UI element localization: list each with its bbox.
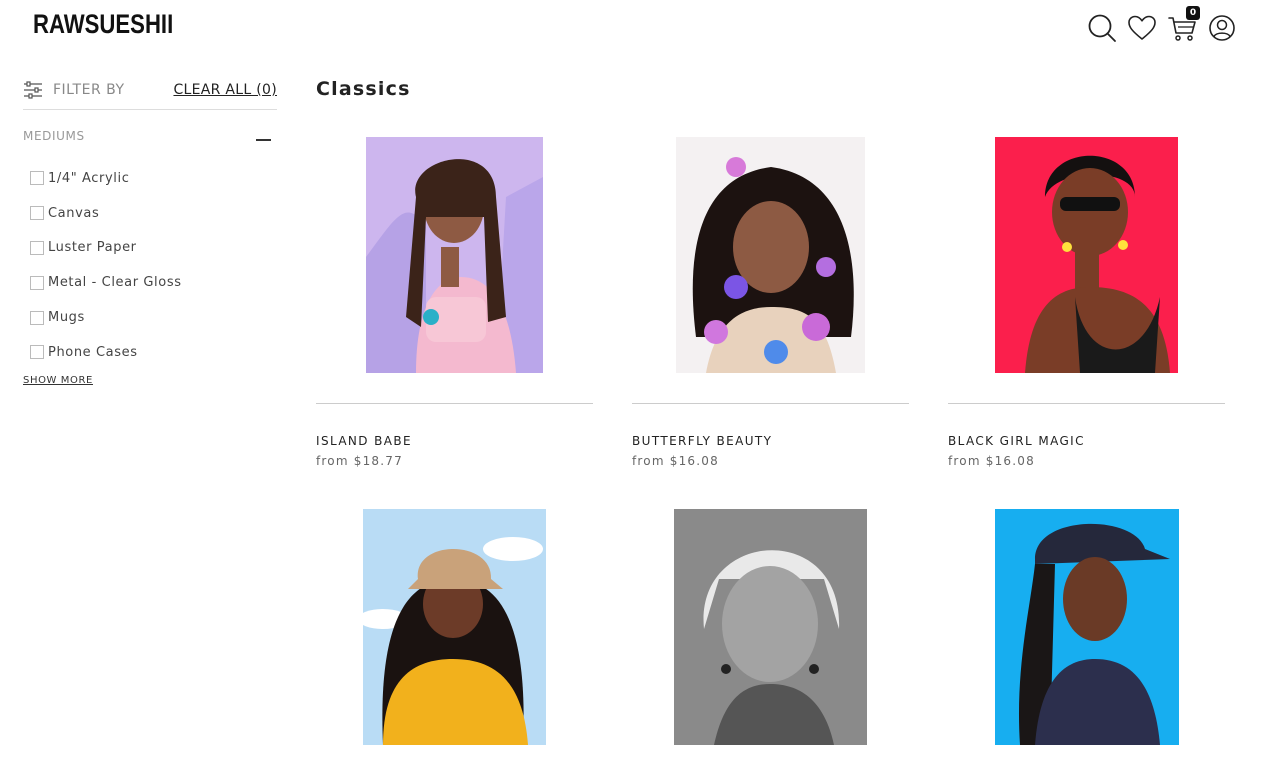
show-more-link[interactable]: SHOW MORE bbox=[23, 375, 93, 386]
filter-option-label: Canvas bbox=[48, 205, 100, 221]
filter-option[interactable]: 1/4" Acrylic bbox=[30, 161, 182, 196]
filter-option-label: 1/4" Acrylic bbox=[48, 170, 130, 186]
checkbox[interactable] bbox=[30, 310, 44, 325]
filter-option[interactable]: Metal - Clear Gloss bbox=[30, 265, 182, 300]
header-actions: 0 bbox=[1086, 6, 1246, 44]
product-image[interactable] bbox=[363, 509, 546, 745]
filter-option[interactable]: Canvas bbox=[30, 196, 182, 231]
clear-all-link[interactable]: CLEAR ALL (0) bbox=[173, 82, 277, 98]
cart-count-badge: 0 bbox=[1186, 6, 1200, 20]
collapse-icon[interactable] bbox=[256, 139, 271, 141]
product-image[interactable] bbox=[995, 137, 1178, 373]
heart-icon[interactable] bbox=[1126, 12, 1158, 44]
card-divider bbox=[948, 403, 1225, 404]
product-name[interactable]: ISLAND BABE bbox=[316, 434, 412, 448]
filter-option[interactable]: Luster Paper bbox=[30, 231, 182, 266]
account-icon[interactable] bbox=[1206, 12, 1238, 44]
product-image[interactable] bbox=[366, 137, 543, 373]
filter-option-label: Phone Cases bbox=[48, 344, 138, 360]
product-price: from $16.08 bbox=[948, 454, 1035, 468]
card-divider bbox=[632, 403, 909, 404]
card-divider bbox=[316, 403, 593, 404]
filter-header: FILTER BY CLEAR ALL (0) bbox=[23, 76, 277, 110]
filter-option-label: Mugs bbox=[48, 310, 85, 326]
mediums-section-title[interactable]: MEDIUMS bbox=[23, 129, 85, 143]
checkbox[interactable] bbox=[30, 275, 44, 290]
brand-logo[interactable]: RAWSUESHII bbox=[33, 9, 173, 40]
cart-icon[interactable]: 0 bbox=[1166, 6, 1200, 44]
filter-sliders-icon bbox=[23, 81, 43, 99]
mediums-filter-list: 1/4" Acrylic Canvas Luster Paper Metal -… bbox=[30, 161, 182, 370]
product-image[interactable] bbox=[676, 137, 865, 373]
filter-by-label: FILTER BY bbox=[53, 82, 125, 98]
search-icon[interactable] bbox=[1086, 12, 1118, 44]
product-name[interactable]: BUTTERFLY BEAUTY bbox=[632, 434, 772, 448]
checkbox[interactable] bbox=[30, 240, 44, 255]
product-price: from $18.77 bbox=[316, 454, 403, 468]
filter-option[interactable]: Phone Cases bbox=[30, 335, 182, 370]
checkbox[interactable] bbox=[30, 345, 44, 360]
product-name[interactable]: BLACK GIRL MAGIC bbox=[948, 434, 1085, 448]
filter-option-label: Luster Paper bbox=[48, 240, 137, 256]
product-price: from $16.08 bbox=[632, 454, 719, 468]
product-image[interactable] bbox=[674, 509, 867, 745]
filter-option-label: Metal - Clear Gloss bbox=[48, 275, 182, 291]
page-title: Classics bbox=[316, 78, 411, 100]
filter-option[interactable]: Mugs bbox=[30, 300, 182, 335]
product-image[interactable] bbox=[995, 509, 1179, 745]
checkbox[interactable] bbox=[30, 206, 44, 221]
checkbox[interactable] bbox=[30, 171, 44, 186]
